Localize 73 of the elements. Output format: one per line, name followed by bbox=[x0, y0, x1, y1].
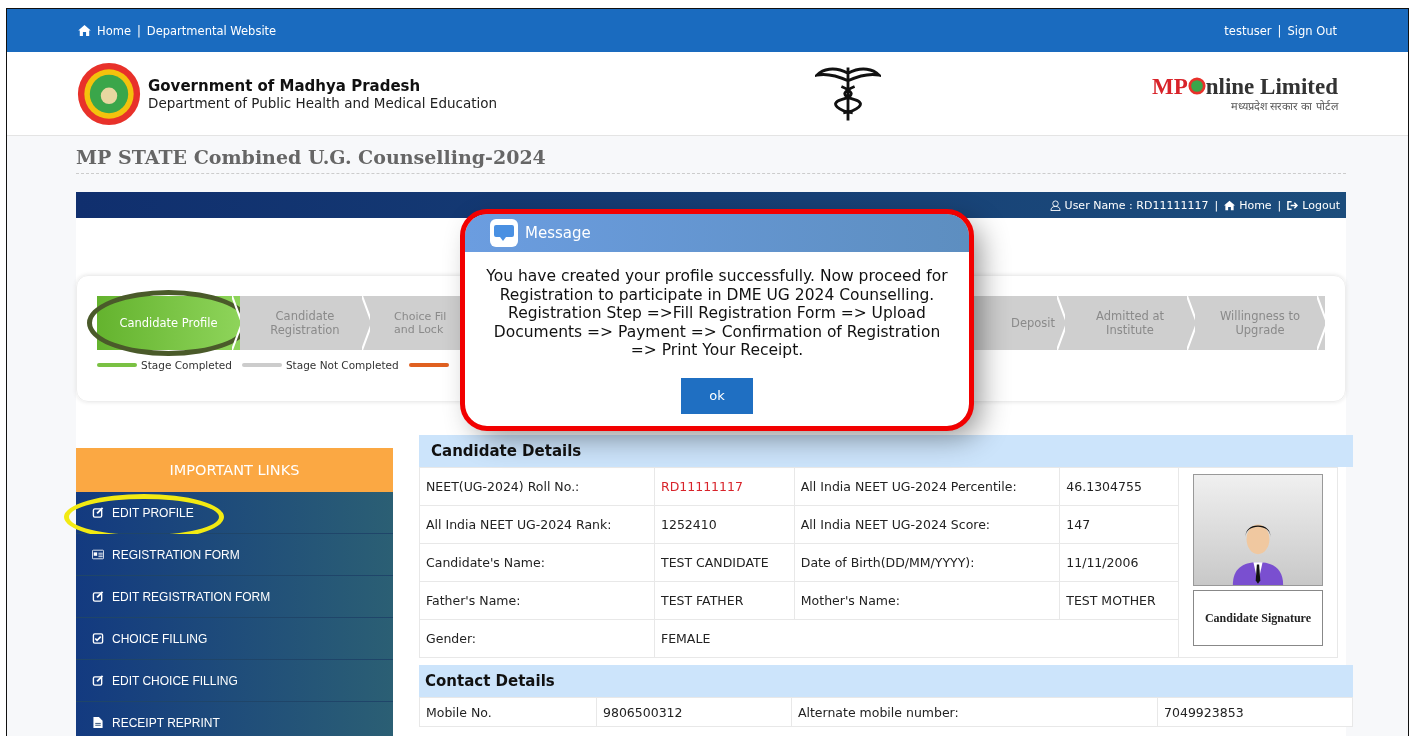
field-label: Date of Birth(DD/MM/YYYY): bbox=[794, 543, 1060, 582]
step-divider-chevron bbox=[1187, 296, 1197, 350]
chat-bubble-icon bbox=[489, 218, 519, 248]
logout-icon bbox=[1287, 199, 1299, 211]
step-divider-chevron bbox=[362, 296, 372, 350]
id-card-icon bbox=[92, 549, 104, 560]
user-name-label: User Name : RD11111117 bbox=[1064, 198, 1209, 212]
field-value: 1252410 bbox=[654, 505, 795, 544]
field-label: All India NEET UG-2024 Percentile: bbox=[794, 467, 1060, 506]
field-value: 11/11/2006 bbox=[1059, 543, 1179, 582]
mponline-logo: MP nline Limited bbox=[1150, 74, 1338, 98]
edit-icon bbox=[92, 675, 104, 686]
field-label: Father's Name: bbox=[419, 581, 655, 620]
section-header: Contact Details bbox=[419, 665, 1353, 697]
sidebar-link[interactable]: CHOICE FILLING bbox=[76, 618, 393, 660]
progress-step: Candidate Registration bbox=[240, 296, 370, 350]
separator: | bbox=[1277, 198, 1282, 212]
field-label: Candidate's Name: bbox=[419, 543, 655, 582]
sidebar-title: IMPORTANT LINKS bbox=[76, 448, 393, 492]
field-value: 9806500312 bbox=[596, 697, 792, 727]
departmental-website-link[interactable]: Departmental Website bbox=[146, 23, 277, 38]
sidebar-link[interactable]: EDIT REGISTRATION FORM bbox=[76, 576, 393, 618]
sidebar-link[interactable]: RECEIPT REPRINT bbox=[76, 702, 393, 736]
field-label: All India NEET UG-2024 Score: bbox=[794, 505, 1060, 544]
page-title: MP STATE Combined U.G. Counselling-2024 bbox=[76, 146, 547, 168]
checkbox-icon bbox=[92, 633, 104, 644]
field-value: RD11111117 bbox=[654, 467, 795, 506]
department-name: Department of Public Health and Medical Education bbox=[148, 94, 498, 111]
legend-label: Stage Completed bbox=[141, 359, 232, 371]
sidebar-link[interactable]: EDIT CHOICE FILLING bbox=[76, 660, 393, 702]
field-value: 46.1304755 bbox=[1059, 467, 1179, 506]
separator: | bbox=[1277, 23, 1282, 38]
separator: | bbox=[136, 23, 141, 38]
home-icon bbox=[1224, 199, 1236, 211]
separator: | bbox=[1214, 198, 1219, 212]
ok-button[interactable]: ok bbox=[681, 377, 753, 414]
org-name: Government of Madhya Pradesh bbox=[148, 76, 422, 95]
field-label: Mother's Name: bbox=[794, 581, 1060, 620]
step-divider-chevron bbox=[1317, 296, 1327, 350]
field-value: FEMALE bbox=[654, 619, 1179, 658]
section-header: Candidate Details bbox=[419, 435, 1353, 467]
sidebar-link[interactable]: REGISTRATION FORM bbox=[76, 534, 393, 576]
field-value: 7049923853 bbox=[1157, 697, 1353, 727]
emblem-logo-icon bbox=[77, 61, 141, 126]
username-link[interactable]: testuser bbox=[1224, 23, 1272, 38]
field-label: NEET(UG-2024) Roll No.: bbox=[419, 467, 655, 506]
field-label: Mobile No. bbox=[419, 697, 597, 727]
field-value: TEST FATHER bbox=[654, 581, 795, 620]
step-divider-chevron bbox=[1057, 296, 1067, 350]
edit-icon bbox=[92, 591, 104, 602]
progress-step: Deposit bbox=[975, 296, 1065, 350]
brand-hindi-tagline: मध्यप्रदेश सरकार का पोर्टल bbox=[1229, 98, 1338, 113]
field-label: All India NEET UG-2024 Rank: bbox=[419, 505, 655, 544]
step-divider-chevron bbox=[232, 296, 242, 350]
sidebar-link[interactable]: EDIT PROFILE bbox=[76, 492, 393, 534]
sign-out-link[interactable]: Sign Out bbox=[1287, 23, 1337, 38]
field-label: Gender: bbox=[419, 619, 655, 658]
document-icon bbox=[92, 717, 104, 728]
progress-step: Willingness to Upgrade bbox=[1195, 296, 1325, 350]
user-icon bbox=[1049, 199, 1061, 211]
field-value: TEST MOTHER bbox=[1059, 581, 1179, 620]
logout-link[interactable]: Logout bbox=[1302, 198, 1340, 212]
signature-box: Candidate Signature bbox=[1193, 590, 1323, 646]
legend-label: Stage Not Completed bbox=[285, 359, 399, 371]
field-value: 147 bbox=[1059, 505, 1179, 544]
progress-step: Admitted at Institute bbox=[1065, 296, 1195, 350]
home-icon bbox=[78, 25, 91, 36]
home-link[interactable]: Home bbox=[1239, 198, 1272, 212]
edit-icon bbox=[92, 507, 104, 518]
home-link[interactable]: Home bbox=[97, 23, 131, 38]
dialog-title: Message bbox=[525, 224, 591, 242]
field-value: TEST CANDIDATE bbox=[654, 543, 795, 582]
field-label: Alternate mobile number: bbox=[791, 697, 1158, 727]
